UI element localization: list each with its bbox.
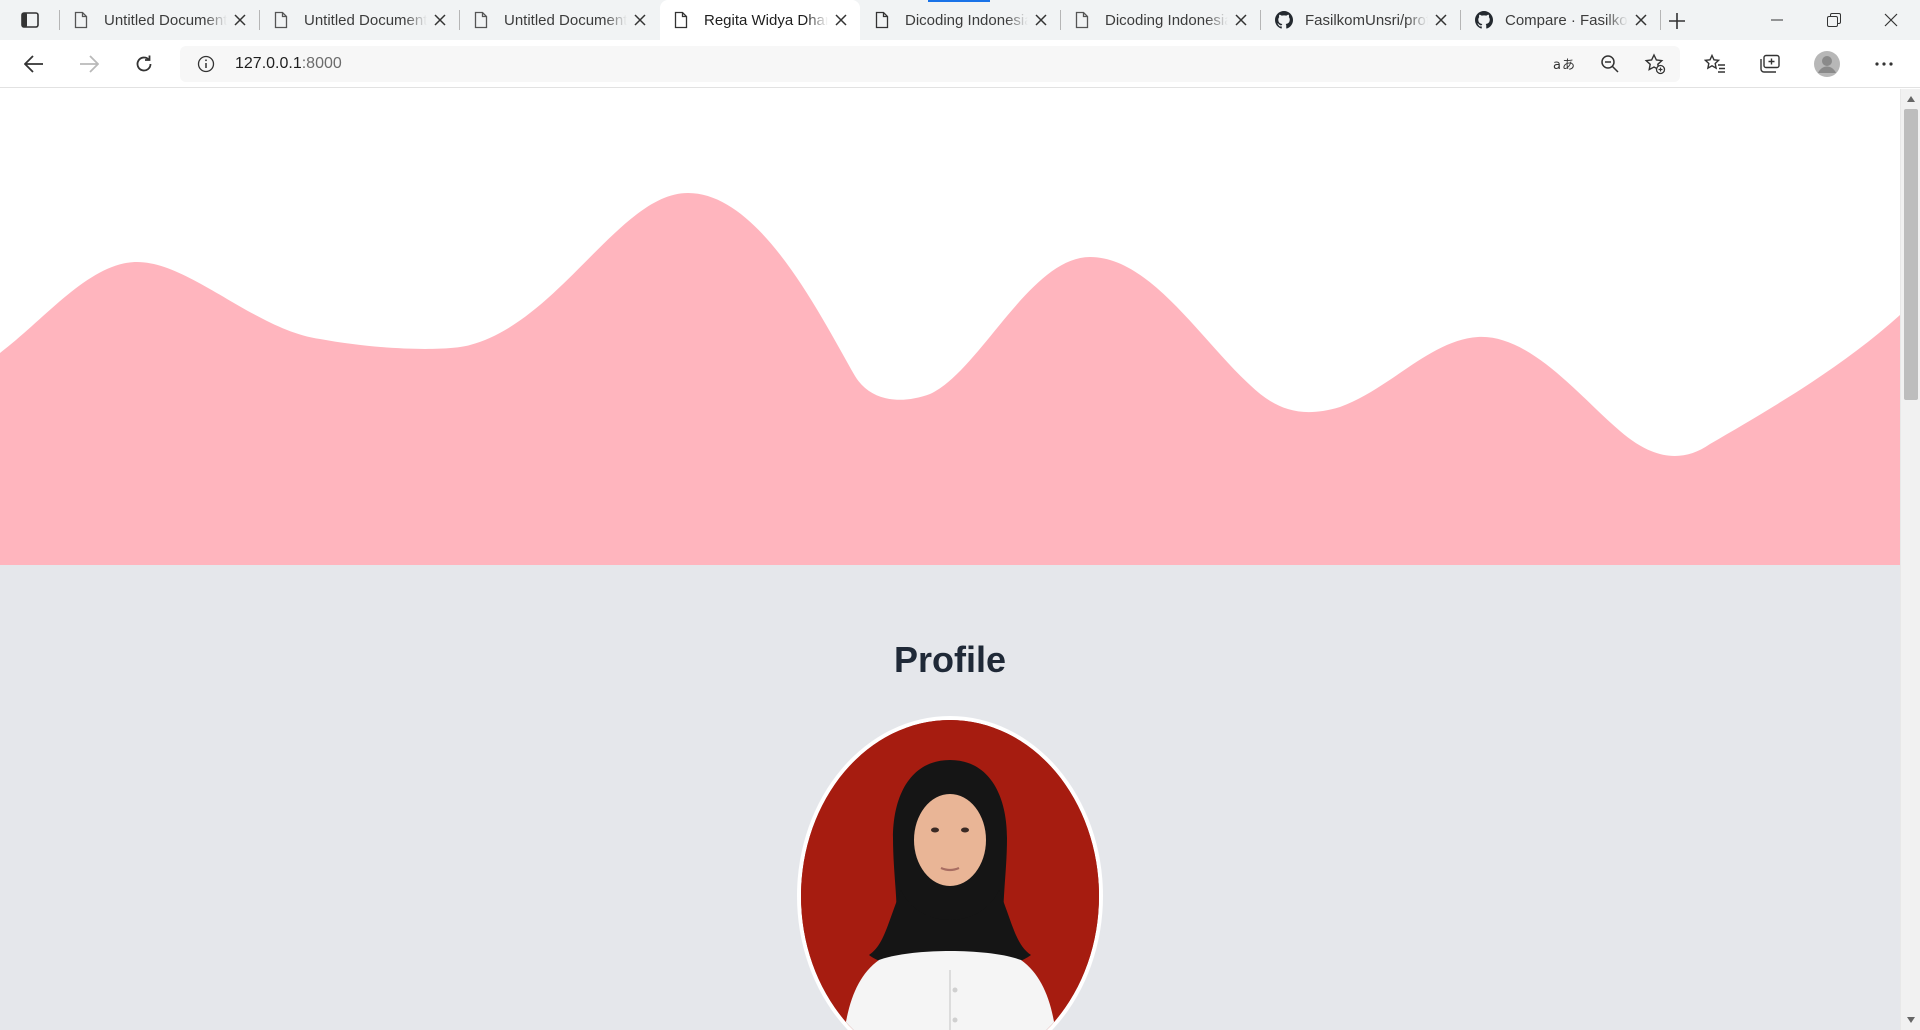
scroll-down-button[interactable]: [1906, 1015, 1916, 1025]
tab-close-button[interactable]: [627, 7, 653, 33]
translate-icon: aあ: [1553, 58, 1575, 73]
tab-title: Dicoding Indonesia: [905, 11, 1028, 29]
profile-heading: Profile: [893, 639, 1007, 680]
hero-section: [0, 89, 1900, 565]
close-icon: [434, 14, 446, 26]
tab-actions-button[interactable]: [14, 7, 46, 33]
page-viewport: Profile: [0, 89, 1900, 1030]
tab-close-button[interactable]: [828, 7, 854, 33]
add-favorite-button[interactable]: [1642, 52, 1668, 76]
svg-text:あ: あ: [1562, 58, 1575, 73]
page-icon: [274, 10, 292, 30]
profile-photo-image: [801, 720, 1099, 1030]
settings-menu-button[interactable]: [1868, 48, 1900, 80]
close-icon: [1884, 13, 1898, 27]
page-icon: [674, 10, 692, 30]
tab-dicoding-indonesia-2[interactable]: Dicoding Indonesia: [1061, 0, 1260, 40]
svg-text:a: a: [1553, 58, 1561, 73]
page-icon: [74, 10, 92, 30]
close-icon: [1635, 14, 1647, 26]
tab-title: Dicoding Indonesia: [1105, 11, 1228, 29]
page-icon: [1075, 10, 1093, 30]
close-icon: [1035, 14, 1047, 26]
collections-icon: [1760, 54, 1780, 73]
github-icon: [1475, 10, 1493, 30]
plus-icon: [1669, 13, 1685, 29]
tab-regita-widya-dhamayanti[interactable]: Regita Widya Dhamayanti: [660, 0, 860, 40]
tab-close-button[interactable]: [1628, 7, 1654, 33]
loading-indicator: [928, 0, 990, 2]
more-horizontal-icon: [1875, 62, 1893, 66]
favorites-button[interactable]: [1699, 48, 1731, 80]
page-icon: [474, 10, 492, 30]
tab-close-button[interactable]: [1028, 7, 1054, 33]
close-icon: [1435, 14, 1447, 26]
tab-actions-icon: [21, 12, 39, 28]
minimize-button[interactable]: [1748, 0, 1806, 40]
back-button[interactable]: [18, 48, 50, 80]
tab-strip: Untitled Document Untitled Document Unti…: [0, 0, 1920, 40]
star-add-icon: [1644, 53, 1666, 75]
minimize-icon: [1771, 19, 1783, 21]
profile-avatar-icon: [1814, 51, 1840, 77]
forward-arrow-icon: [80, 55, 99, 73]
triangle-up-icon: [1907, 96, 1915, 102]
new-tab-button[interactable]: [1662, 6, 1692, 36]
tab-compare-fasilkomunsri[interactable]: Compare · FasilkomUnsri: [1461, 0, 1660, 40]
tab-title: Untitled Document: [504, 11, 627, 29]
collections-button[interactable]: [1754, 48, 1786, 80]
tab-fasilkomunsri-profile[interactable]: FasilkomUnsri/profile: [1261, 0, 1460, 40]
tab-dicoding-indonesia-1[interactable]: Dicoding Indonesia: [861, 0, 1060, 40]
github-icon: [1275, 10, 1293, 30]
close-icon: [1235, 14, 1247, 26]
tab-close-button[interactable]: [227, 7, 253, 33]
tab-title: FasilkomUnsri/profile: [1305, 11, 1428, 29]
scroll-up-button[interactable]: [1906, 94, 1916, 104]
read-aloud-button[interactable]: aあ: [1551, 52, 1577, 76]
info-icon: [197, 55, 215, 73]
wave-shape: [0, 193, 1900, 565]
page-icon: [875, 10, 893, 30]
tab-untitled-document-1[interactable]: Untitled Document: [60, 0, 259, 40]
restore-button[interactable]: [1805, 0, 1863, 40]
close-icon: [835, 14, 847, 26]
close-icon: [234, 14, 246, 26]
tab-close-button[interactable]: [1428, 7, 1454, 33]
tab-title: Untitled Document: [304, 11, 427, 29]
profile-photo: [797, 716, 1103, 1030]
close-window-button[interactable]: [1862, 0, 1920, 40]
zoom-out-icon: [1601, 55, 1619, 73]
zoom-button[interactable]: [1597, 52, 1623, 76]
tab-title: Compare · FasilkomUnsri: [1505, 11, 1628, 29]
close-icon: [634, 14, 646, 26]
tab-untitled-document-3[interactable]: Untitled Document: [460, 0, 659, 40]
back-arrow-icon: [24, 55, 43, 73]
url-text[interactable]: 127.0.0.1:8000: [235, 55, 342, 73]
browser-toolbar: 127.0.0.1:8000 aあ: [0, 40, 1920, 88]
site-info-button[interactable]: [196, 54, 216, 74]
forward-button[interactable]: [73, 48, 105, 80]
tab-close-button[interactable]: [427, 7, 453, 33]
tab-untitled-document-2[interactable]: Untitled Document: [260, 0, 459, 40]
url-port: :8000: [301, 55, 342, 72]
favorites-icon: [1704, 54, 1725, 73]
url-host: 127.0.0.1: [235, 55, 302, 72]
reload-icon: [136, 55, 152, 72]
address-bar[interactable]: 127.0.0.1:8000 aあ: [180, 46, 1680, 82]
triangle-down-icon: [1907, 1017, 1915, 1023]
tab-separator: [1660, 10, 1661, 30]
reload-button[interactable]: [128, 48, 160, 80]
tab-close-button[interactable]: [1228, 7, 1254, 33]
scrollbar-thumb[interactable]: [1904, 109, 1918, 400]
profile-button[interactable]: [1811, 48, 1843, 80]
page-scrollbar[interactable]: [1900, 89, 1920, 1030]
restore-icon: [1827, 13, 1841, 27]
tab-title: Regita Widya Dhamayanti: [704, 11, 828, 29]
tab-title: Untitled Document: [104, 11, 227, 29]
